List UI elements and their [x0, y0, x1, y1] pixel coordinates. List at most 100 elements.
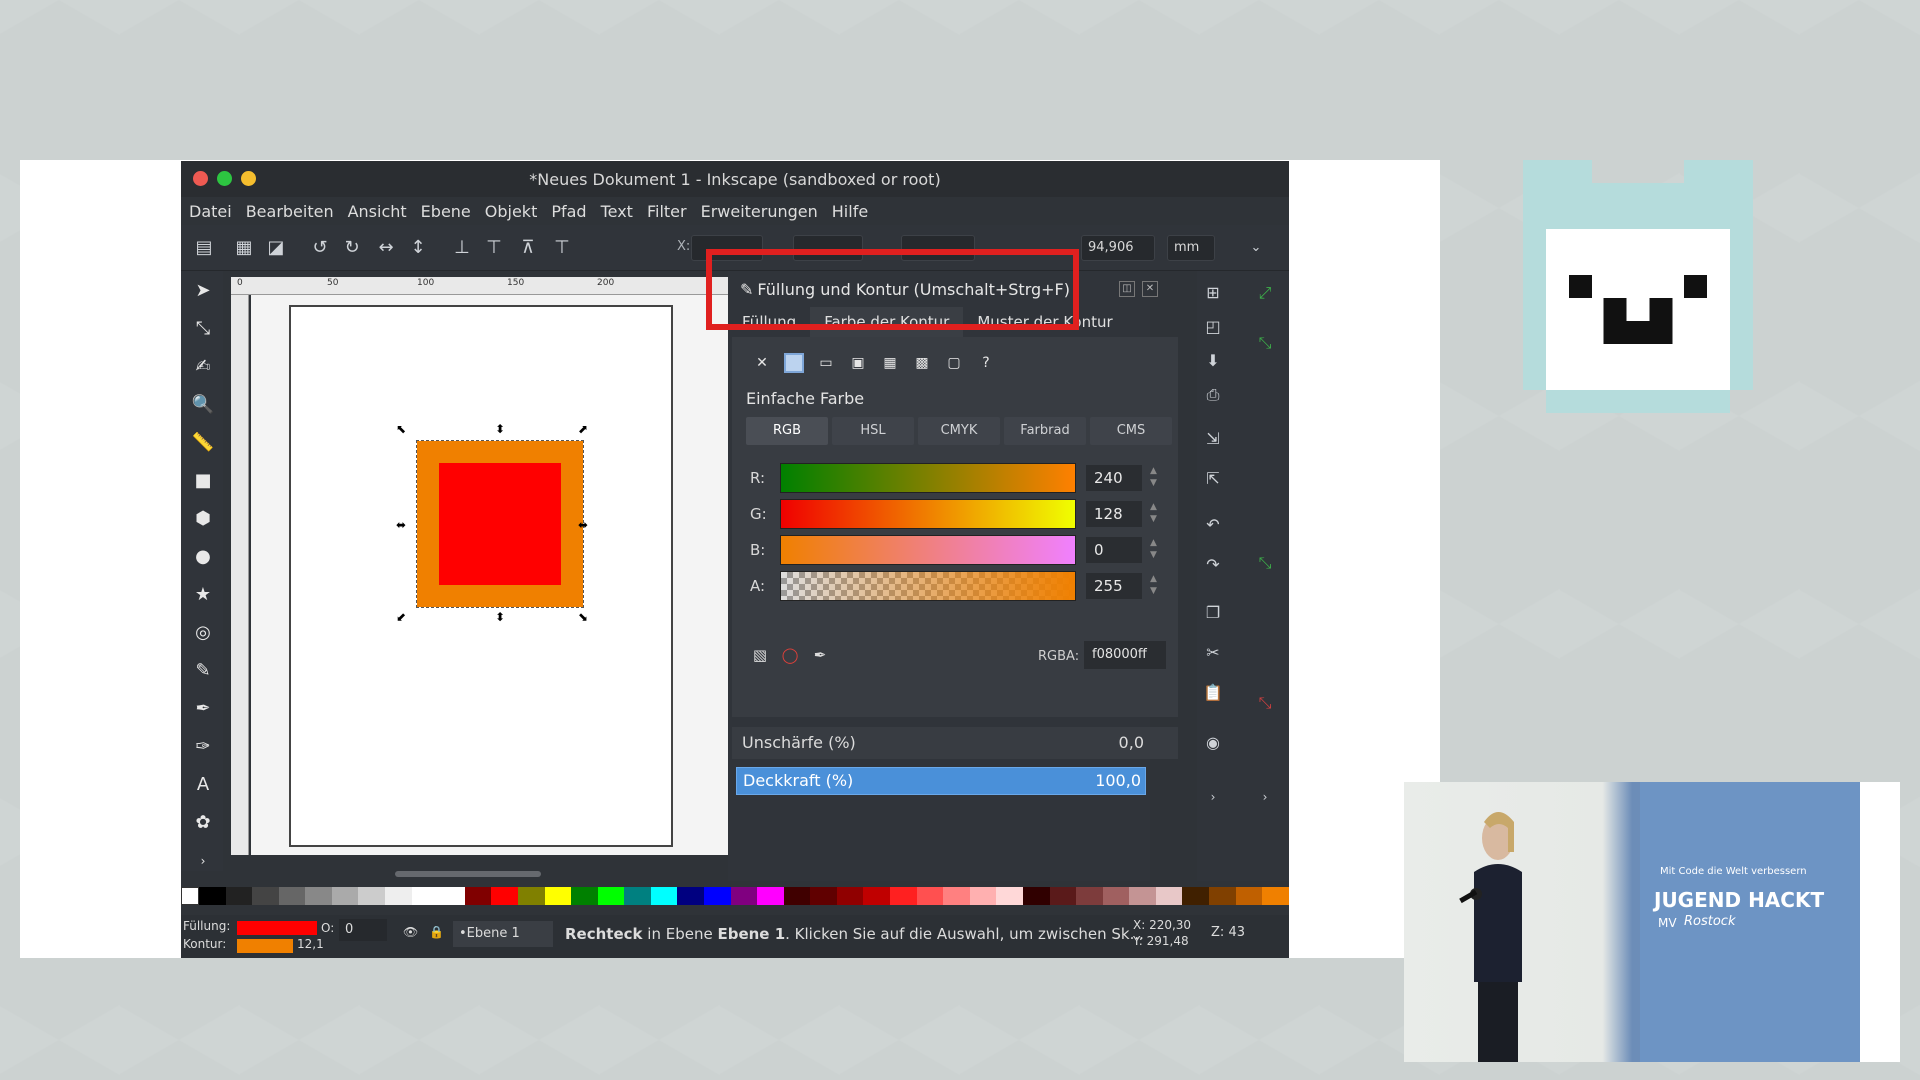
palette-swatch[interactable]: [1182, 887, 1209, 905]
palette-swatch[interactable]: [1235, 887, 1263, 905]
menu-pfad[interactable]: Pfad: [551, 202, 586, 221]
box3d-tool-icon[interactable]: ⬢: [191, 507, 215, 531]
select-all-layers-icon[interactable]: ▦: [233, 237, 255, 259]
rotate-cw-icon[interactable]: ↻: [341, 237, 363, 259]
pattern-icon[interactable]: ▩: [912, 353, 932, 373]
selector-tool-icon[interactable]: ➤: [191, 279, 215, 303]
width-field[interactable]: [901, 235, 975, 261]
undo-icon[interactable]: ↶: [1201, 513, 1225, 537]
eyedropper-icon[interactable]: ✒: [810, 645, 830, 665]
palette-swatch[interactable]: [571, 887, 598, 905]
mode-cmyk[interactable]: CMYK: [918, 417, 1000, 445]
palette-swatch[interactable]: [199, 887, 226, 905]
palette-swatch[interactable]: [943, 887, 970, 905]
palette-swatch[interactable]: [836, 887, 864, 905]
no-paint-icon[interactable]: ✕: [752, 353, 772, 373]
snap-nodes-icon[interactable]: ⤡: [1253, 551, 1277, 575]
menu-filter[interactable]: Filter: [647, 202, 687, 221]
close-icon[interactable]: ✕: [1142, 281, 1158, 297]
opacity-spinner[interactable]: 0: [339, 919, 387, 941]
text-tool-icon[interactable]: A: [191, 773, 215, 797]
chevron-right-icon[interactable]: ›: [191, 849, 215, 873]
snap-guide-icon[interactable]: ⤡: [1253, 691, 1277, 715]
menu-ebene[interactable]: Ebene: [421, 202, 471, 221]
unit-select[interactable]: mm: [1167, 235, 1215, 261]
palette-swatch[interactable]: [890, 887, 917, 905]
tab-fill[interactable]: Füllung: [728, 307, 810, 337]
value-field[interactable]: 0: [1086, 537, 1142, 563]
opacity-field[interactable]: Deckkraft (%) 100,0: [736, 767, 1146, 795]
value-field[interactable]: 240: [1086, 465, 1142, 491]
zoom-tool-icon[interactable]: 🔍: [191, 393, 215, 417]
scale-handle-se[interactable]: ⬊: [577, 611, 589, 623]
menu-hilfe[interactable]: Hilfe: [832, 202, 868, 221]
x-field[interactable]: [691, 235, 763, 261]
palette-swatch[interactable]: [1155, 887, 1183, 905]
minimize-window-button[interactable]: [241, 171, 256, 186]
mode-rgb[interactable]: RGB: [746, 417, 828, 445]
mode-wheel[interactable]: Farbrad: [1004, 417, 1086, 445]
measure-tool-icon[interactable]: 📏: [191, 431, 215, 455]
color-slider[interactable]: [780, 499, 1076, 529]
palette-swatch[interactable]: [225, 887, 253, 905]
select-all-icon[interactable]: ▤: [193, 237, 215, 259]
mesh-gradient-icon[interactable]: ▦: [880, 353, 900, 373]
menu-text[interactable]: Text: [601, 202, 633, 221]
palette-swatch[interactable]: [810, 887, 837, 905]
open-icon[interactable]: ◰: [1201, 315, 1225, 339]
palette-swatch[interactable]: [438, 887, 465, 905]
dock-icon[interactable]: ◫: [1119, 281, 1135, 297]
palette-swatch[interactable]: [916, 887, 944, 905]
chevron-right-icon[interactable]: ›: [1253, 785, 1277, 809]
palette-swatch[interactable]: [464, 887, 492, 905]
layer-select[interactable]: •Ebene 1: [453, 921, 553, 947]
spin-icon[interactable]: ▲ ▼: [1150, 537, 1157, 561]
mode-hsl[interactable]: HSL: [832, 417, 914, 445]
spray-tool-icon[interactable]: ✿: [191, 811, 215, 835]
menu-ansicht[interactable]: Ansicht: [348, 202, 407, 221]
maximize-window-button[interactable]: [217, 171, 232, 186]
palette-swatch[interactable]: [703, 887, 731, 905]
fill-indicator[interactable]: [237, 921, 317, 935]
palette-swatch[interactable]: [1208, 887, 1236, 905]
radial-gradient-icon[interactable]: ▣: [848, 353, 868, 373]
save-icon[interactable]: ⬇: [1201, 349, 1225, 373]
zoom-readout[interactable]: Z: 43: [1211, 925, 1245, 940]
lower-to-bottom-icon[interactable]: ⊥: [451, 237, 473, 259]
menu-datei[interactable]: Datei: [189, 202, 232, 221]
close-window-button[interactable]: [193, 171, 208, 186]
palette-swatch[interactable]: [517, 887, 545, 905]
palette-swatch[interactable]: [385, 887, 412, 905]
print-icon[interactable]: ⎙: [1201, 383, 1225, 407]
copy-icon[interactable]: ❐: [1201, 601, 1225, 625]
mode-cms[interactable]: CMS: [1090, 417, 1172, 445]
calligraphy-tool-icon[interactable]: ✑: [191, 735, 215, 759]
flat-color-icon[interactable]: [784, 353, 804, 373]
raise-to-top-icon[interactable]: ⊤: [551, 237, 573, 259]
palette-swatch[interactable]: [597, 887, 625, 905]
spin-icon[interactable]: ▲ ▼: [1150, 573, 1157, 597]
cut-icon[interactable]: ✂: [1201, 641, 1225, 665]
scale-handle-w[interactable]: ⬌: [395, 519, 407, 531]
color-palette[interactable]: [181, 887, 1289, 905]
rotate-ccw-icon[interactable]: ↺: [309, 237, 331, 259]
palette-swatch[interactable]: [252, 887, 279, 905]
menu-bearbeiten[interactable]: Bearbeiten: [246, 202, 334, 221]
export-icon[interactable]: ⇱: [1201, 467, 1225, 491]
redo-icon[interactable]: ↷: [1201, 553, 1225, 577]
palette-swatch[interactable]: [331, 887, 359, 905]
chevron-right-icon[interactable]: ›: [1201, 785, 1225, 809]
palette-swatch[interactable]: [278, 887, 306, 905]
raise-icon[interactable]: ⊼: [517, 237, 539, 259]
no-color-swatch[interactable]: [181, 887, 199, 905]
palette-swatch[interactable]: [969, 887, 997, 905]
tab-stroke-style[interactable]: Muster der Kontur: [963, 307, 1126, 337]
flip-horizontal-icon[interactable]: ↔: [375, 237, 397, 259]
color-managed-icon[interactable]: ▧: [750, 645, 770, 665]
flip-vertical-icon[interactable]: ↕: [407, 237, 429, 259]
snap-toggle-icon[interactable]: ⤢: [1253, 281, 1277, 305]
palette-swatch[interactable]: [757, 887, 784, 905]
import-icon[interactable]: ⇲: [1201, 427, 1225, 451]
palette-swatch[interactable]: [1262, 887, 1289, 905]
node-tool-icon[interactable]: ⤡: [191, 317, 215, 341]
